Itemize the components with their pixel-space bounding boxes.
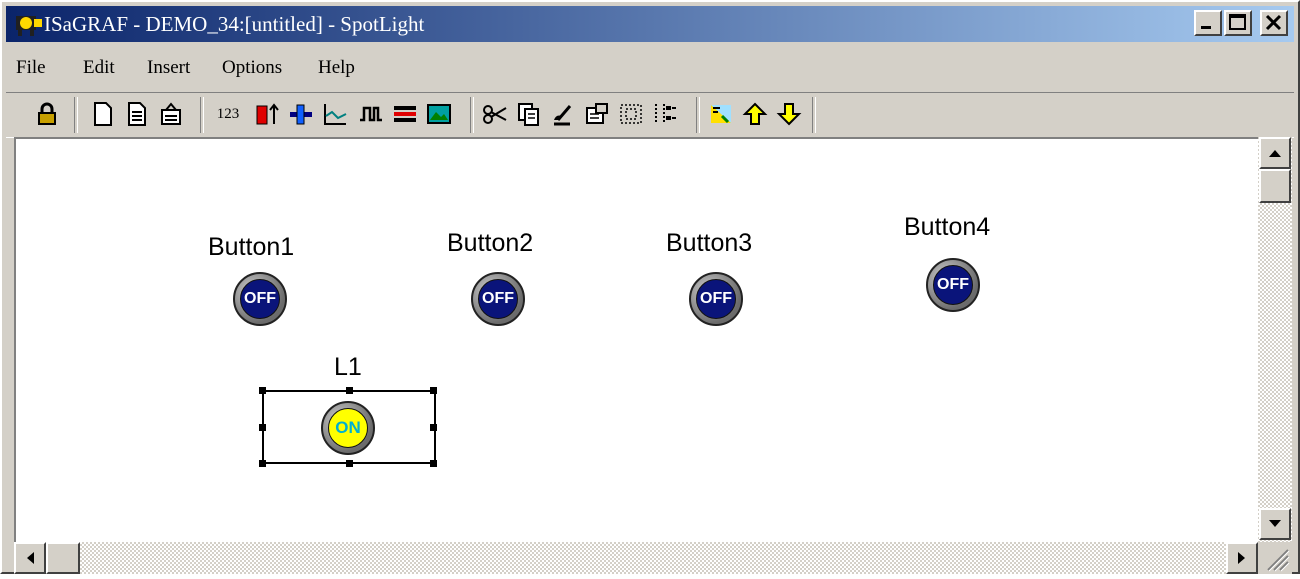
scroll-up-button[interactable] [1259, 137, 1291, 169]
copy-icon[interactable] [514, 99, 544, 129]
resize-handle[interactable] [259, 424, 266, 431]
resize-handle[interactable] [346, 387, 353, 394]
toolbar-separator [74, 97, 78, 133]
align-icon[interactable] [650, 99, 680, 129]
toolbar: 123 [6, 92, 1294, 138]
arrow-up-icon [1269, 150, 1281, 157]
minimize-button[interactable] [1194, 10, 1222, 36]
menu-edit[interactable]: Edit [83, 57, 115, 79]
button4-state: OFF [933, 265, 973, 305]
document-icon[interactable] [122, 99, 152, 129]
picture-icon[interactable] [424, 99, 454, 129]
resize-handle[interactable] [430, 424, 437, 431]
button1-label: Button1 [208, 233, 295, 261]
resize-handle[interactable] [430, 387, 437, 394]
button3-label: Button3 [666, 229, 753, 257]
window-title: ISaGRAF - DEMO_34:[untitled] - SpotLight [44, 12, 425, 36]
menu-options[interactable]: Options [222, 57, 282, 79]
drawing-canvas[interactable]: Button1 OFF Button2 OFF Button3 OFF Butt… [14, 137, 1260, 544]
toolbar-separator [200, 97, 204, 133]
title-bar[interactable]: ISaGRAF - DEMO_34:[untitled] - SpotLight [6, 6, 1294, 42]
down-arrow-icon[interactable] [774, 99, 804, 129]
lamp-l1-selection-box[interactable]: ON [259, 387, 437, 467]
resize-grip-icon [1267, 549, 1290, 572]
cut-icon[interactable] [480, 99, 510, 129]
scroll-down-button[interactable] [1259, 508, 1291, 540]
properties-icon[interactable] [582, 99, 612, 129]
resize-handle[interactable] [430, 460, 437, 467]
scroll-right-button[interactable] [1226, 542, 1258, 574]
maximize-icon [1229, 14, 1246, 30]
lamp-l1-state: ON [328, 408, 368, 448]
resize-handle[interactable] [259, 387, 266, 394]
arrow-down-icon [1269, 520, 1281, 527]
digital-signal-icon[interactable] [356, 99, 386, 129]
horizontal-scrollbar[interactable] [14, 542, 1258, 574]
close-button[interactable] [1260, 10, 1288, 36]
menu-file[interactable]: File [16, 57, 46, 79]
menu-insert[interactable]: Insert [147, 57, 190, 79]
scroll-left-button[interactable] [14, 542, 46, 574]
multi-bar-icon[interactable] [390, 99, 420, 129]
resize-handle[interactable] [346, 460, 353, 467]
toolbar-separator [470, 97, 474, 133]
menu-help[interactable]: Help [318, 57, 355, 79]
button2-control[interactable]: OFF [471, 272, 525, 326]
trend-icon[interactable] [320, 99, 350, 129]
arrow-left-icon [27, 552, 34, 564]
button2-label: Button2 [447, 229, 534, 257]
resize-handle[interactable] [259, 460, 266, 467]
palette-icon[interactable] [706, 99, 736, 129]
minimize-icon [1201, 26, 1211, 29]
size-grip[interactable] [1258, 542, 1292, 574]
button1-state: OFF [240, 279, 280, 319]
vertical-scroll-thumb[interactable] [1259, 169, 1291, 203]
new-page-icon[interactable] [88, 99, 118, 129]
lamp-l1-label: L1 [334, 353, 362, 381]
spotlight-window: ISaGRAF - DEMO_34:[untitled] - SpotLight… [0, 0, 1300, 574]
up-arrow-icon[interactable] [740, 99, 770, 129]
button2-state: OFF [478, 279, 518, 319]
horizontal-scroll-thumb[interactable] [46, 542, 80, 574]
toolbar-separator [812, 97, 816, 133]
grid-icon[interactable] [616, 99, 646, 129]
button4-control[interactable]: OFF [926, 258, 980, 312]
paint-icon[interactable] [548, 99, 578, 129]
toolbar-separator [696, 97, 700, 133]
lock-icon[interactable] [32, 99, 62, 129]
button1-control[interactable]: OFF [233, 272, 287, 326]
number-icon[interactable]: 123 [210, 99, 246, 129]
menu-bar: File Edit Insert Options Help [6, 44, 1294, 90]
button3-control[interactable]: OFF [689, 272, 743, 326]
button3-state: OFF [696, 279, 736, 319]
lamp-l1[interactable]: ON [321, 401, 375, 455]
arrow-right-icon [1238, 552, 1245, 564]
maximize-button[interactable] [1224, 10, 1252, 36]
close-icon [1265, 14, 1282, 31]
app-icon[interactable] [14, 10, 44, 38]
button4-label: Button4 [904, 213, 991, 241]
slider-icon[interactable] [286, 99, 316, 129]
bar-graph-icon[interactable] [252, 99, 282, 129]
open-folder-icon[interactable] [156, 99, 186, 129]
vertical-scrollbar[interactable] [1258, 137, 1292, 542]
